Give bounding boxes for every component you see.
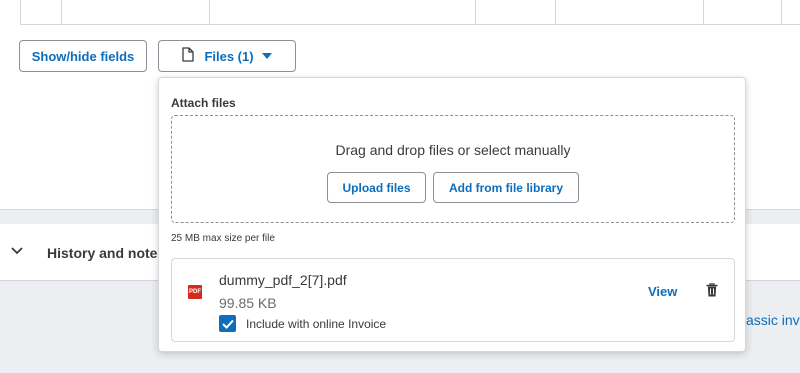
files-label: Files (1) (204, 48, 254, 64)
files-dropdown-button[interactable]: Files (1) (158, 40, 296, 72)
table-cell (209, 0, 476, 24)
trash-icon[interactable] (706, 283, 718, 302)
upload-files-button[interactable]: Upload files (327, 172, 426, 203)
include-online-invoice-row[interactable]: Include with online Invoice (219, 315, 386, 332)
file-size: 99.85 KB (219, 295, 277, 311)
include-online-invoice-checkbox[interactable] (219, 315, 236, 332)
include-online-invoice-label: Include with online Invoice (246, 316, 387, 331)
checkmark-icon (221, 319, 234, 329)
history-and-notes-label: History and note (47, 245, 158, 261)
pdf-file-icon: PDF (188, 285, 202, 299)
table-cell (61, 0, 210, 24)
table-cell (475, 0, 556, 24)
table-cell (21, 0, 62, 24)
upload-files-label: Upload files (342, 180, 411, 195)
caret-down-icon (261, 51, 272, 62)
file-drop-zone[interactable]: Drag and drop files or select manually U… (171, 115, 735, 223)
classic-invoice-link[interactable]: assic inv (746, 312, 800, 328)
line-items-table (20, 0, 800, 25)
show-hide-fields-button[interactable]: Show/hide fields (19, 40, 147, 72)
view-file-link[interactable]: View (648, 284, 677, 299)
attach-files-title: Attach files (171, 96, 236, 110)
add-from-file-library-button[interactable]: Add from file library (433, 172, 579, 203)
attach-files-popover: Attach files Drag and drop files or sele… (158, 77, 746, 352)
drop-hint: Drag and drop files or select manually (335, 142, 571, 158)
add-from-file-library-label: Add from file library (448, 180, 564, 195)
show-hide-fields-label: Show/hide fields (31, 48, 135, 64)
max-size-note: 25 MB max size per file (171, 233, 275, 244)
chevron-down-icon[interactable] (11, 244, 23, 258)
file-name: dummy_pdf_2[7].pdf (219, 272, 347, 288)
table-cell (555, 0, 704, 24)
pdf-icon-text: PDF (189, 289, 201, 295)
file-icon (182, 47, 195, 65)
attached-file-card: PDF dummy_pdf_2[7].pdf 99.85 KB Include … (171, 258, 735, 342)
table-cell (703, 0, 782, 24)
